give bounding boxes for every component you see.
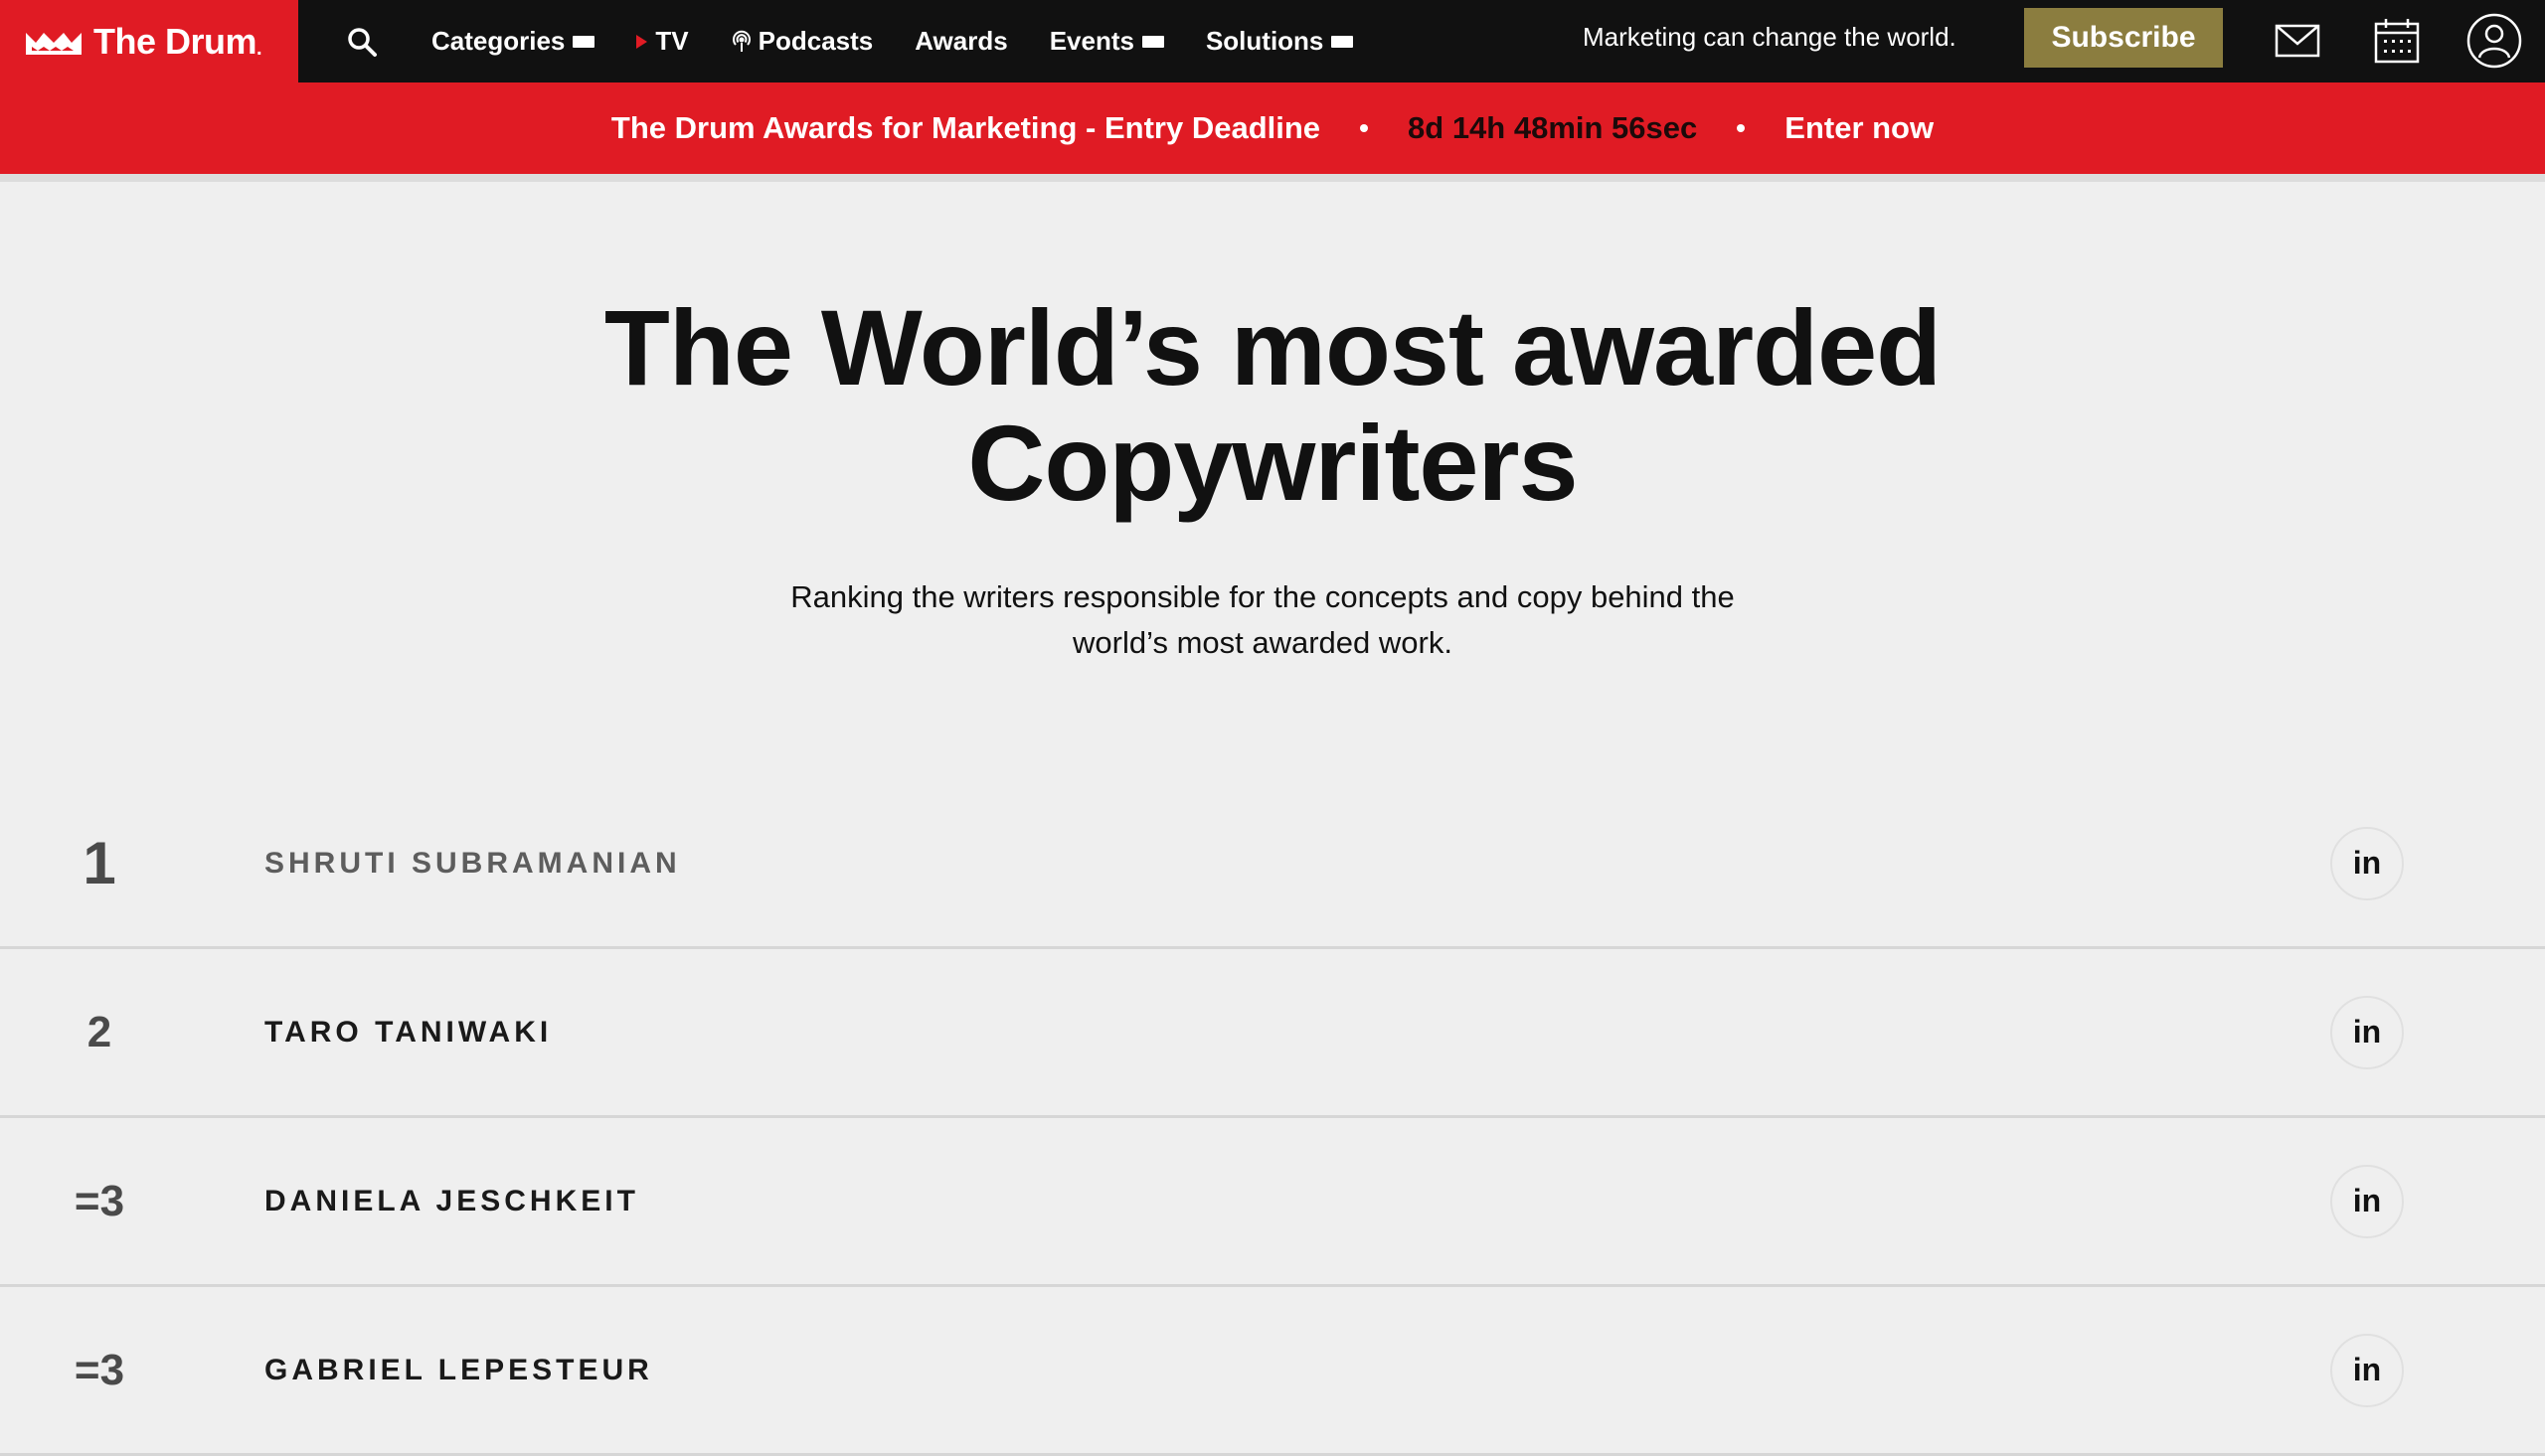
user-icon xyxy=(2466,13,2522,69)
dropdown-icon xyxy=(1141,35,1164,48)
page-subtitle: Ranking the writers responsible for the … xyxy=(756,574,1770,666)
linkedin-button[interactable]: in xyxy=(2330,1164,2404,1238)
enter-now-link[interactable]: Enter now xyxy=(1784,110,1934,146)
page-subtitle-line-1: Ranking the writers responsible for the … xyxy=(790,579,1735,614)
ranking-row[interactable]: 2 Taro Taniwaki in xyxy=(0,949,2545,1118)
page-subtitle-line-2: world’s most awarded work. xyxy=(1073,625,1452,660)
page-title-line-2: Copywriters xyxy=(967,403,1578,523)
copywriter-name: Shruti Subramanian xyxy=(264,846,681,880)
mail-icon xyxy=(2275,24,2320,58)
linkedin-icon: in xyxy=(2352,1352,2382,1387)
search-icon xyxy=(348,27,377,57)
ranking-row[interactable]: =3 Daniela Jeschkeit in xyxy=(0,1118,2545,1287)
newsletter-button[interactable] xyxy=(2267,10,2328,72)
logo-text: The Drum xyxy=(93,20,257,62)
ranking-row[interactable]: 1 Shruti Subramanian in xyxy=(0,780,2545,949)
nav-tv[interactable]: TV xyxy=(636,26,689,57)
nav-categories-label: Categories xyxy=(431,26,566,56)
account-button[interactable] xyxy=(2463,10,2525,72)
banner-divider xyxy=(0,174,2545,182)
linkedin-button[interactable]: in xyxy=(2330,995,2404,1069)
rankings-list: 1 Shruti Subramanian in 2 Taro Taniwaki … xyxy=(0,780,2545,1456)
nav-podcasts[interactable]: Podcasts xyxy=(731,26,874,57)
rank-number: =3 xyxy=(74,1176,125,1225)
podcast-icon xyxy=(732,30,751,52)
top-navigation: The Drum. Categories TV Podcasts Awards … xyxy=(0,0,2545,82)
linkedin-button[interactable]: in xyxy=(2330,1333,2404,1407)
copywriter-name: Daniela Jeschkeit xyxy=(264,1184,639,1217)
copywriter-name: Gabriel Lepesteur xyxy=(264,1353,653,1386)
events-calendar-button[interactable] xyxy=(2366,10,2428,72)
separator-dot xyxy=(1737,124,1746,132)
crown-icon xyxy=(26,32,82,55)
logo-dot: . xyxy=(256,38,262,60)
nav-podcasts-label: Podcasts xyxy=(758,26,874,56)
dropdown-icon xyxy=(573,35,595,48)
nav-awards-label: Awards xyxy=(915,26,1008,56)
linkedin-icon: in xyxy=(2352,1183,2382,1218)
linkedin-icon: in xyxy=(2352,1014,2382,1050)
banner-text: The Drum Awards for Marketing - Entry De… xyxy=(610,110,1321,145)
page-title: The World’s most awarded Copywriters xyxy=(0,290,2545,521)
nav-tv-label: TV xyxy=(655,26,689,56)
nav-awards[interactable]: Awards xyxy=(915,26,1007,57)
linkedin-button[interactable]: in xyxy=(2330,826,2404,900)
nav-solutions-label: Solutions xyxy=(1205,26,1324,56)
calendar-icon xyxy=(2374,19,2420,64)
the-drum-logo[interactable]: The Drum. xyxy=(0,0,298,82)
nav-categories[interactable]: Categories xyxy=(431,26,595,57)
dropdown-icon xyxy=(1331,35,1354,48)
countdown-timer: 8d 14h 48min 56sec xyxy=(1408,110,1698,145)
nav-solutions[interactable]: Solutions xyxy=(1205,26,1354,57)
rank-number: =3 xyxy=(74,1345,125,1394)
awards-deadline-banner: The Drum Awards for Marketing - Entry De… xyxy=(0,82,2545,174)
linkedin-icon: in xyxy=(2352,845,2382,881)
rank-number: 1 xyxy=(83,830,116,896)
copywriter-name: Taro Taniwaki xyxy=(264,1015,553,1049)
play-icon xyxy=(636,34,648,49)
separator-dot xyxy=(1360,124,1369,132)
rank-number: 2 xyxy=(86,1007,112,1056)
site-tagline: Marketing can change the world. xyxy=(1583,22,1956,52)
nav-events[interactable]: Events xyxy=(1050,26,1164,57)
page-title-line-1: The World’s most awarded xyxy=(603,287,1942,407)
search-button[interactable] xyxy=(334,14,390,70)
subscribe-button[interactable]: Subscribe xyxy=(2024,8,2223,68)
nav-events-label: Events xyxy=(1049,26,1134,56)
